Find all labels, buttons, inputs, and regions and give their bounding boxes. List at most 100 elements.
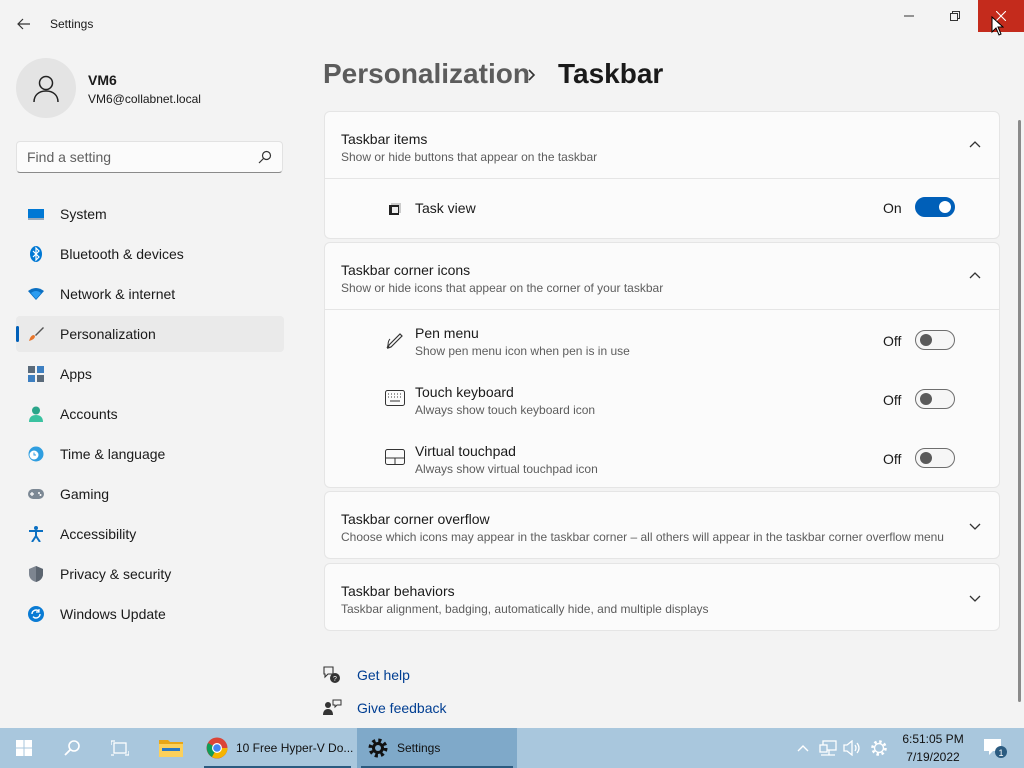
back-arrow-icon: [17, 18, 30, 30]
sidebar-item-label: Bluetooth & devices: [60, 246, 184, 262]
give-feedback-link[interactable]: Give feedback: [322, 696, 447, 720]
give-feedback-label: Give feedback: [357, 700, 447, 716]
display-icon: [28, 206, 44, 222]
update-icon: [28, 606, 44, 622]
wifi-icon: [28, 286, 44, 302]
pen-menu-toggle[interactable]: [915, 330, 955, 350]
network-icon: [819, 740, 837, 756]
taskbar-search-button[interactable]: [48, 728, 96, 768]
corner-icons-header[interactable]: Taskbar corner icons Show or hide icons …: [325, 243, 999, 309]
search-icon[interactable]: [258, 150, 272, 164]
get-help-link[interactable]: ? Get help: [322, 663, 410, 687]
minimize-button[interactable]: [886, 0, 932, 32]
breadcrumb-parent[interactable]: Personalization: [323, 58, 530, 90]
get-help-label: Get help: [357, 667, 410, 683]
file-explorer-button[interactable]: [148, 728, 194, 768]
pen-menu-row: Pen menu Show pen menu icon when pen is …: [325, 310, 999, 369]
sidebar-item-network[interactable]: Network & internet: [16, 276, 284, 312]
section-title: Taskbar items: [341, 131, 428, 147]
sidebar-item-apps[interactable]: Apps: [16, 356, 284, 392]
virtual-touchpad-description: Always show virtual touchpad icon: [415, 462, 598, 476]
touch-keyboard-toggle[interactable]: [915, 389, 955, 409]
chevron-up-icon[interactable]: [969, 271, 981, 279]
task-view-button[interactable]: [96, 728, 144, 768]
task-view-label: Task view: [415, 200, 476, 216]
virtual-touchpad-state: Off: [883, 451, 902, 467]
clock-time[interactable]: 6:51:05 PM: [895, 732, 971, 746]
section-description: Choose which icons may appear in the tas…: [341, 530, 944, 544]
svg-text:?: ?: [333, 676, 337, 683]
task-view-row: Task view On: [325, 179, 999, 238]
notification-count: 1: [998, 748, 1003, 758]
person-icon: [28, 406, 44, 422]
search-input[interactable]: [27, 149, 247, 165]
notification-icon: 1: [984, 739, 1007, 758]
taskbar-app-label: 10 Free Hyper-V Do...: [236, 741, 354, 755]
virtual-touchpad-row: Virtual touchpad Always show virtual tou…: [325, 428, 999, 487]
settings-tray-button[interactable]: [866, 728, 892, 768]
clock-date[interactable]: 7/19/2022: [895, 750, 971, 764]
gear-icon: [368, 738, 388, 758]
sidebar-item-windows-update[interactable]: Windows Update: [16, 596, 284, 632]
taskbar-app-label: Settings: [397, 741, 441, 755]
task-view-state: On: [883, 200, 902, 216]
network-tray-button[interactable]: [816, 728, 840, 768]
taskbar-app-settings[interactable]: Settings: [357, 728, 517, 768]
virtual-touchpad-label: Virtual touchpad: [415, 443, 516, 459]
sidebar-item-privacy[interactable]: Privacy & security: [16, 556, 284, 592]
pen-menu-state: Off: [883, 333, 902, 349]
sidebar-item-system[interactable]: System: [16, 196, 284, 232]
notifications-button[interactable]: 1: [980, 728, 1010, 768]
sidebar-item-time-language[interactable]: Time & language: [16, 436, 284, 472]
user-email: VM6@collabnet.local: [88, 92, 201, 106]
show-hidden-icons-button[interactable]: [792, 728, 814, 768]
chevron-up-icon: [797, 745, 809, 752]
shield-icon: [28, 566, 44, 582]
section-description: Show or hide icons that appear on the co…: [341, 281, 664, 295]
sidebar-item-accessibility[interactable]: Accessibility: [16, 516, 284, 552]
gamepad-icon: [28, 486, 44, 502]
task-view-toggle[interactable]: [915, 197, 955, 217]
sidebar-nav: System Bluetooth & devices Network & int…: [16, 196, 284, 636]
page-title: Taskbar: [558, 58, 664, 89]
chevron-up-icon[interactable]: [969, 140, 981, 148]
task-view-icon: [111, 740, 129, 756]
search-box[interactable]: [16, 141, 283, 173]
taskbar-items-header[interactable]: Taskbar items Show or hide buttons that …: [325, 112, 999, 178]
touch-keyboard-row: Touch keyboard Always show touch keyboar…: [325, 369, 999, 428]
section-description: Show or hide buttons that appear on the …: [341, 150, 598, 164]
sidebar-item-personalization[interactable]: Personalization: [16, 316, 284, 352]
avatar[interactable]: [16, 58, 76, 118]
user-name: VM6: [88, 72, 117, 88]
apps-icon: [28, 366, 44, 382]
behaviors-card[interactable]: Taskbar behaviors Taskbar alignment, bad…: [324, 563, 1000, 631]
corner-icons-card: Taskbar corner icons Show or hide icons …: [324, 242, 1000, 488]
scrollbar[interactable]: [1018, 120, 1021, 702]
back-button[interactable]: [10, 12, 38, 36]
chevron-right-icon: [528, 69, 536, 81]
user-icon: [33, 75, 59, 103]
search-icon: [64, 740, 80, 756]
app-title: Settings: [50, 17, 94, 31]
volume-tray-button[interactable]: [840, 728, 864, 768]
toggle-knob: [920, 452, 932, 464]
gear-icon: [871, 740, 887, 756]
sidebar-item-bluetooth[interactable]: Bluetooth & devices: [16, 236, 284, 272]
accessibility-icon: [28, 526, 44, 542]
corner-overflow-card[interactable]: Taskbar corner overflow Choose which ico…: [324, 491, 1000, 559]
taskbar-app-chrome[interactable]: 10 Free Hyper-V Do...: [200, 728, 355, 768]
feedback-icon: [322, 698, 342, 718]
restore-icon: [950, 11, 960, 21]
chevron-down-icon[interactable]: [969, 595, 981, 603]
help-chat-icon: ?: [322, 665, 342, 685]
sidebar-item-accounts[interactable]: Accounts: [16, 396, 284, 432]
sidebar-item-label: Windows Update: [60, 606, 166, 622]
chevron-down-icon[interactable]: [969, 523, 981, 531]
sidebar-item-gaming[interactable]: Gaming: [16, 476, 284, 512]
taskbar-items-card: Taskbar items Show or hide buttons that …: [324, 111, 1000, 239]
sidebar-item-label: Accounts: [60, 406, 118, 422]
virtual-touchpad-toggle[interactable]: [915, 448, 955, 468]
maximize-button[interactable]: [932, 0, 978, 32]
start-button[interactable]: [0, 728, 48, 768]
sidebar-item-label: Time & language: [60, 446, 166, 462]
